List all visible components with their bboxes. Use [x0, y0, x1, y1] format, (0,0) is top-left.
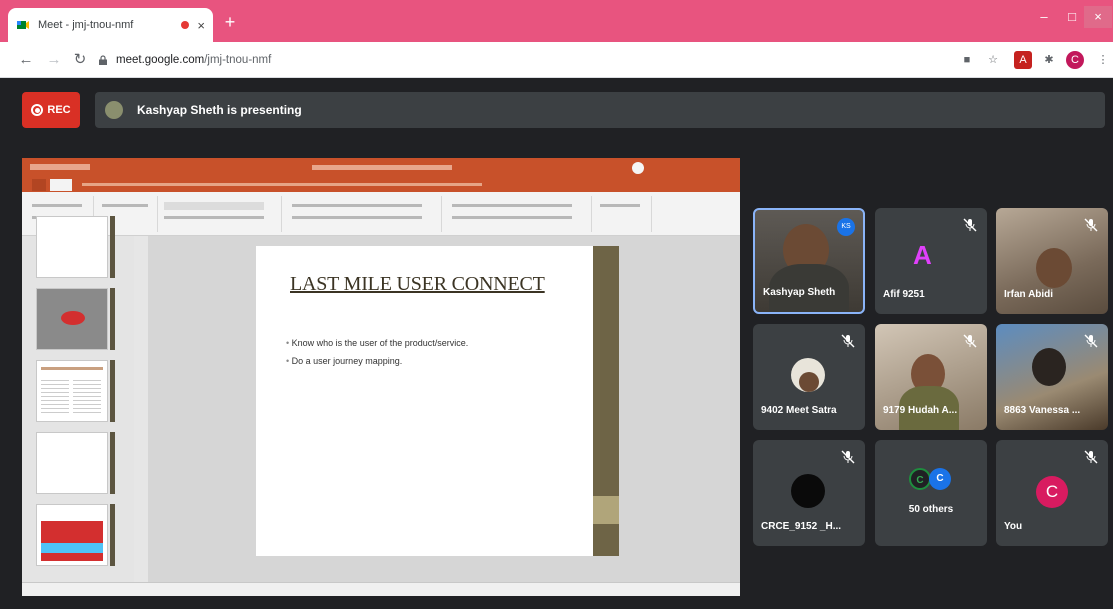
participant-name: Afif 9251	[883, 289, 925, 300]
participant-tile[interactable]: 9402 Meet Satra	[753, 324, 865, 430]
tab-close-icon[interactable]: ×	[197, 18, 205, 33]
avatar-letter: A	[913, 240, 932, 270]
minimize-button[interactable]: –	[1030, 6, 1058, 28]
current-slide: LAST MILE USER CONNECT Know who is the u…	[256, 246, 619, 556]
forward-arrow-icon[interactable]: →	[44, 50, 64, 70]
mic-muted-icon	[1084, 218, 1098, 232]
slide-thumbnail[interactable]	[36, 360, 108, 422]
participant-name: Kashyap Sheth	[763, 287, 836, 298]
back-arrow-icon[interactable]: ←	[16, 50, 36, 70]
participant-name: You	[1004, 521, 1023, 532]
participant-name: 9402 Meet Satra	[761, 405, 837, 416]
url-host: meet.google.com	[116, 54, 205, 66]
rec-label: REC	[47, 104, 71, 116]
ribbon-tabs	[22, 178, 740, 192]
address-bar: ← → ↻ meet.google.com/jmj-tnou-nmf ■ ☆ A…	[0, 42, 1113, 78]
avatar: C	[1036, 476, 1068, 508]
participant-tile[interactable]: 8863 Vanessa ...	[996, 324, 1108, 430]
meet-favicon-icon	[17, 21, 29, 29]
others-avatars: C C	[909, 468, 951, 490]
recording-indicator-icon	[181, 21, 190, 29]
participant-name: 8863 Vanessa ...	[1004, 405, 1081, 416]
slide-editing-area: LAST MILE USER CONNECT Know who is the u…	[148, 236, 740, 582]
new-tab-button[interactable]: +	[220, 12, 240, 32]
presenting-text: Kashyap Sheth is presenting	[137, 103, 302, 117]
tab-title: Meet - jmj-tnou-nmf	[38, 19, 134, 31]
slide-thumbnail[interactable]	[36, 504, 108, 566]
shared-screen: LAST MILE USER CONNECT Know who is the u…	[22, 158, 740, 596]
participant-tile[interactable]: Irfan Abidi	[996, 208, 1108, 314]
profile-avatar[interactable]: C	[1066, 51, 1084, 69]
participant-tile[interactable]: C C 50 others	[875, 440, 987, 546]
powerpoint-title-bar	[22, 158, 740, 178]
reload-icon[interactable]: ↻	[70, 50, 90, 70]
participant-tile[interactable]: CRCE_9152 _H...	[753, 440, 865, 546]
url-field[interactable]: meet.google.com/jmj-tnou-nmf	[98, 48, 938, 72]
close-window-button[interactable]: ×	[1084, 6, 1112, 28]
slide-thumbnail[interactable]	[36, 432, 108, 494]
more-menu-icon[interactable]: ⋮	[1094, 51, 1112, 69]
browser-tab[interactable]: Meet - jmj-tnou-nmf ×	[8, 8, 213, 42]
slide-decor-accent	[593, 496, 619, 524]
participant-name: 9179 Hudah A...	[883, 405, 958, 416]
slide-bullet: Do a user journey mapping.	[286, 352, 468, 370]
notes-bar	[22, 582, 740, 596]
presenting-banner: Kashyap Sheth is presenting	[95, 92, 1105, 128]
bookmark-star-icon[interactable]: ☆	[984, 51, 1002, 69]
ribbon-toolbar	[22, 192, 740, 236]
mic-muted-icon	[1084, 334, 1098, 348]
participant-tile[interactable]: A Afif 9251	[875, 208, 987, 314]
recording-button[interactable]: REC	[22, 92, 80, 128]
avatar	[791, 474, 825, 508]
mic-muted-icon	[963, 334, 977, 348]
browser-tab-strip: Meet - jmj-tnou-nmf × + – □ ×	[0, 0, 1113, 42]
participant-tile[interactable]: C You	[996, 440, 1108, 546]
slide-thumbnail[interactable]	[36, 216, 108, 278]
slide-thumbnail[interactable]	[36, 288, 108, 350]
mic-muted-icon	[1084, 450, 1098, 464]
avatar	[791, 358, 825, 392]
slide-thumbnails-pane	[22, 216, 134, 582]
slide-bullets: Know who is the user of the product/serv…	[286, 334, 469, 370]
mic-muted-icon	[963, 218, 977, 232]
participant-name: CRCE_9152 _H...	[761, 521, 842, 532]
camera-indicator-icon[interactable]: ■	[958, 51, 976, 69]
avatar: C	[929, 468, 951, 490]
extensions-puzzle-icon[interactable]: ✱	[1040, 51, 1058, 69]
maximize-button[interactable]: □	[1058, 6, 1086, 28]
mic-muted-icon	[841, 334, 855, 348]
participant-tile[interactable]: KS Kashyap Sheth	[753, 208, 865, 314]
slide-title: LAST MILE USER CONNECT	[290, 273, 545, 295]
url-path: /jmj-tnou-nmf	[204, 54, 272, 66]
participant-name: Irfan Abidi	[1004, 289, 1054, 300]
speaking-indicator-icon: KS	[837, 218, 855, 236]
pdf-extension-icon[interactable]: A	[1014, 51, 1032, 69]
participant-tile[interactable]: 9179 Hudah A...	[875, 324, 987, 430]
mic-muted-icon	[841, 450, 855, 464]
record-icon	[31, 104, 44, 116]
slide-bullet: Know who is the user of the product/serv…	[286, 334, 469, 352]
avatar: C	[909, 468, 931, 490]
others-count: 50 others	[908, 504, 954, 515]
lock-icon	[99, 55, 107, 65]
presenter-avatar	[105, 101, 123, 119]
